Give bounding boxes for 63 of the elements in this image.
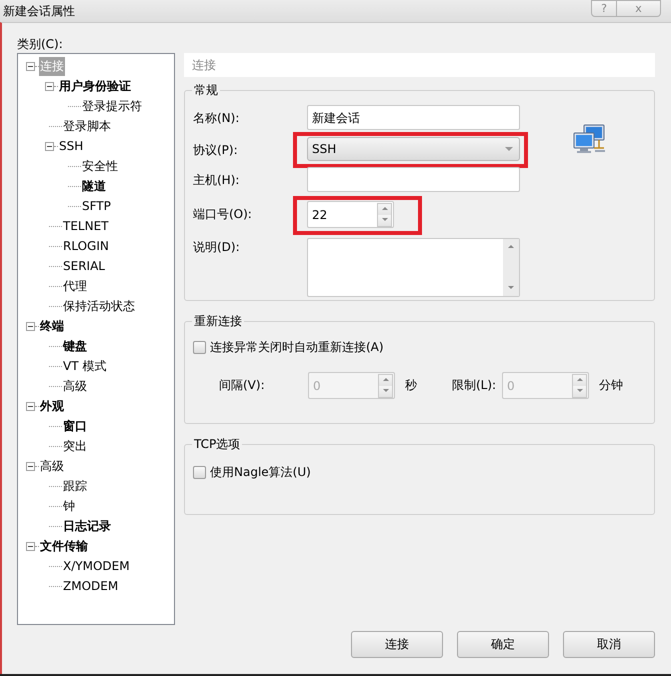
caret-icon [505,147,513,151]
description-field[interactable] [307,238,520,297]
checkbox[interactable] [193,341,206,354]
tree-item[interactable]: 窗口 [62,416,88,436]
tree-item[interactable]: 用户身份验证 [58,76,132,96]
tree-item[interactable]: 安全性 [81,156,119,176]
tree-item[interactable]: 登录脚本 [62,116,112,136]
checkbox[interactable] [193,466,206,479]
tree-item[interactable]: 外观 [39,396,65,416]
scrollbar[interactable] [503,239,519,296]
tree-item[interactable]: RLOGIN [62,238,110,254]
tree-item[interactable]: 保持活动状态 [62,296,136,316]
tree-item[interactable]: 登录提示符 [81,96,143,116]
collapse-icon[interactable] [26,462,35,470]
collapse-icon[interactable] [26,542,35,550]
port-spinbox[interactable]: 22 [307,201,394,228]
spin-arrows[interactable] [377,202,392,226]
dialog-button[interactable]: 确定 [457,631,549,658]
checkbox-label: 使用Nagle算法(U) [210,464,311,481]
tree-item[interactable]: SERIAL [62,258,106,274]
tree-item[interactable]: SFTP [81,198,112,214]
tree-item[interactable]: VT 模式 [62,356,108,376]
tree-item[interactable]: X/YMODEM [62,558,131,574]
input-field[interactable] [307,167,520,192]
collapse-icon[interactable] [45,82,54,90]
tree-item[interactable]: SSH [58,138,84,154]
field-label: 端口号(O): [193,206,253,223]
group-title: TCP选项 [192,436,242,453]
field-label: 限制(L): [452,377,498,394]
tree-item[interactable]: 突出 [62,436,88,456]
tree-item[interactable]: 高级 [62,376,88,396]
dialog-button[interactable]: 连接 [351,631,443,658]
network-computers-icon [572,123,606,155]
unit-label: 分钟 [599,377,624,394]
collapse-icon[interactable] [26,62,35,70]
collapse-icon[interactable] [26,402,35,410]
tree-item[interactable]: 高级 [39,456,65,476]
field-label: 名称(N): [193,110,240,127]
tree-item[interactable]: 终端 [39,316,65,336]
field-label: 主机(H): [193,172,240,189]
tree-item[interactable]: 键盘 [62,336,88,356]
field-label: 协议(P): [193,142,239,159]
tree-item[interactable]: 跟踪 [62,476,88,496]
category-label: 类别(C): [17,36,64,53]
tree-item[interactable]: TELNET [62,218,110,234]
tree-item[interactable]: ZMODEM [62,578,120,594]
field-label: 说明(D): [193,239,241,256]
tree-item[interactable]: 代理 [62,276,88,296]
tree-item[interactable]: 文件传输 [39,536,89,556]
dialog-button[interactable]: 取消 [563,631,655,658]
input-field[interactable]: 新建会话 [307,105,520,130]
group-title: 重新连接 [192,313,244,330]
checkbox-label: 连接异常关闭时自动重新连接(A) [210,339,384,356]
collapse-icon[interactable] [26,322,35,330]
protocol-dropdown[interactable]: SSH [307,137,520,161]
page-title: 连接 [184,53,655,77]
collapse-icon[interactable] [45,142,54,150]
field-label: 间隔(V): [219,377,266,394]
tree-item[interactable]: 日志记录 [62,516,112,536]
unit-label: 秒 [405,377,418,394]
tree-item[interactable]: 隧道 [81,176,107,196]
tree-item[interactable]: 钟 [62,496,76,516]
window-title: 新建会话属性 [3,2,75,20]
